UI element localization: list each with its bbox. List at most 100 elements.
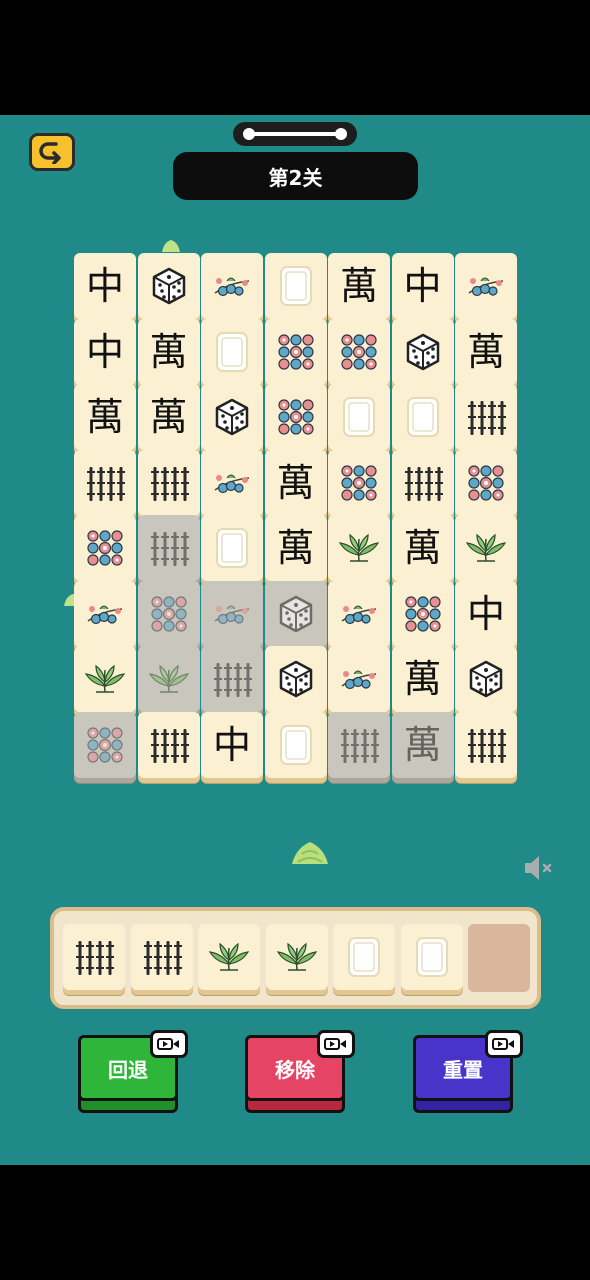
plant-tile[interactable] bbox=[455, 515, 517, 581]
white-icon bbox=[343, 397, 375, 437]
flower-icon bbox=[341, 670, 377, 690]
bamboo-tile[interactable] bbox=[63, 924, 125, 990]
circles-icon bbox=[341, 333, 377, 370]
flower-icon bbox=[341, 605, 377, 624]
wan-tile[interactable]: 萬 bbox=[264, 449, 327, 516]
flower-tile[interactable] bbox=[328, 580, 390, 647]
undo-label: 回退 bbox=[108, 1057, 148, 1082]
wan-tile[interactable]: 萬 bbox=[455, 318, 517, 385]
circles-icon bbox=[150, 595, 187, 632]
plant-icon bbox=[338, 533, 380, 562]
white-dragon-tile[interactable] bbox=[201, 318, 263, 385]
plant-tile bbox=[137, 646, 200, 712]
reset-button[interactable]: 重置 bbox=[413, 1030, 523, 1113]
plant-tile[interactable] bbox=[328, 515, 390, 581]
bamboo-tile[interactable] bbox=[137, 449, 200, 516]
circles-icon bbox=[341, 464, 377, 501]
flower-tile[interactable] bbox=[201, 449, 263, 516]
circles-tile[interactable] bbox=[74, 515, 136, 581]
tile-glyph: 萬 bbox=[149, 329, 188, 374]
plant-tile[interactable] bbox=[265, 924, 328, 990]
wan-tile: 萬 bbox=[391, 711, 454, 778]
circles-tile bbox=[74, 711, 136, 778]
white-icon bbox=[279, 724, 312, 765]
bamboo-icon bbox=[468, 728, 506, 763]
circles-icon bbox=[277, 333, 314, 370]
zhong-tile[interactable]: 中 bbox=[391, 253, 454, 319]
wan-tile[interactable]: 萬 bbox=[74, 384, 136, 450]
dice-tile[interactable] bbox=[455, 646, 517, 712]
plant-icon bbox=[276, 942, 317, 971]
video-ad-icon bbox=[485, 1030, 523, 1058]
bamboo-tile[interactable] bbox=[130, 924, 193, 990]
plant-tile[interactable] bbox=[74, 646, 136, 712]
undo-button[interactable]: 回退 bbox=[78, 1030, 188, 1113]
wan-tile[interactable]: 萬 bbox=[264, 515, 327, 581]
tile-glyph: 萬 bbox=[403, 526, 442, 570]
wan-tile[interactable]: 萬 bbox=[391, 515, 454, 581]
bamboo-tile[interactable] bbox=[391, 449, 454, 516]
reset-label: 重置 bbox=[443, 1057, 483, 1082]
remove-button[interactable]: 移除 bbox=[245, 1030, 355, 1113]
dice-icon bbox=[469, 660, 503, 698]
white-dragon-tile[interactable] bbox=[391, 384, 454, 450]
bamboo-tile[interactable] bbox=[455, 384, 517, 450]
wan-tile[interactable]: 萬 bbox=[391, 646, 454, 712]
dice-icon bbox=[279, 660, 312, 698]
bamboo-icon bbox=[404, 466, 443, 501]
white-icon bbox=[406, 397, 439, 437]
flower-icon bbox=[87, 605, 123, 624]
tile-glyph: 萬 bbox=[276, 460, 315, 505]
flower-tile[interactable] bbox=[201, 253, 263, 319]
white-dragon-tile[interactable] bbox=[264, 711, 327, 778]
white-dragon-tile[interactable] bbox=[201, 515, 263, 581]
circles-tile[interactable] bbox=[328, 449, 390, 516]
video-ad-icon bbox=[317, 1030, 355, 1058]
mute-button[interactable] bbox=[522, 853, 556, 887]
bamboo-tile bbox=[137, 515, 200, 581]
bamboo-tile[interactable] bbox=[137, 711, 200, 778]
zhong-tile[interactable]: 中 bbox=[74, 253, 136, 319]
white-icon bbox=[415, 937, 448, 977]
dice-tile[interactable] bbox=[137, 253, 200, 319]
zhong-tile[interactable]: 中 bbox=[455, 580, 517, 647]
bamboo-tile[interactable] bbox=[74, 449, 136, 516]
bamboo-icon bbox=[76, 941, 114, 975]
white-dragon-tile[interactable] bbox=[333, 924, 395, 990]
tile-glyph: 萬 bbox=[85, 395, 124, 439]
white-dragon-tile[interactable] bbox=[400, 924, 463, 990]
bamboo-tile bbox=[328, 711, 390, 778]
plant-icon bbox=[465, 533, 507, 562]
tile-glyph: 萬 bbox=[403, 722, 442, 767]
circles-icon bbox=[468, 464, 504, 501]
zhong-tile[interactable]: 中 bbox=[201, 711, 263, 778]
zhong-tile[interactable]: 中 bbox=[74, 318, 136, 385]
plant-tile[interactable] bbox=[198, 924, 260, 990]
tray-slot bbox=[265, 924, 328, 992]
dice-icon bbox=[406, 333, 439, 370]
circles-tile[interactable] bbox=[391, 580, 454, 647]
white-dragon-tile[interactable] bbox=[264, 253, 327, 319]
flower-tile[interactable] bbox=[74, 580, 136, 647]
flower-tile bbox=[201, 580, 263, 647]
dice-tile[interactable] bbox=[391, 318, 454, 385]
dice-tile[interactable] bbox=[201, 384, 263, 450]
tray-slot bbox=[130, 924, 193, 992]
wan-tile[interactable]: 萬 bbox=[137, 384, 200, 450]
bamboo-tile[interactable] bbox=[455, 711, 517, 778]
flower-tile[interactable] bbox=[328, 646, 390, 712]
dice-tile[interactable] bbox=[264, 646, 327, 712]
plant-icon bbox=[208, 942, 250, 971]
white-dragon-tile[interactable] bbox=[328, 384, 390, 450]
tile-tray bbox=[50, 907, 541, 1009]
game-area: 第2关 中萬中中萬萬萬萬萬萬萬中萬中萬 回退 移除 重置 bbox=[0, 115, 590, 1165]
flower-tile[interactable] bbox=[455, 253, 517, 319]
tile-glyph: 中 bbox=[212, 722, 251, 767]
circles-tile[interactable] bbox=[455, 449, 517, 516]
circles-tile[interactable] bbox=[328, 318, 390, 385]
wan-tile[interactable]: 萬 bbox=[328, 253, 390, 319]
circles-tile[interactable] bbox=[264, 318, 327, 385]
circles-tile[interactable] bbox=[264, 384, 327, 450]
tile-glyph: 萬 bbox=[276, 526, 315, 570]
wan-tile[interactable]: 萬 bbox=[137, 318, 200, 385]
